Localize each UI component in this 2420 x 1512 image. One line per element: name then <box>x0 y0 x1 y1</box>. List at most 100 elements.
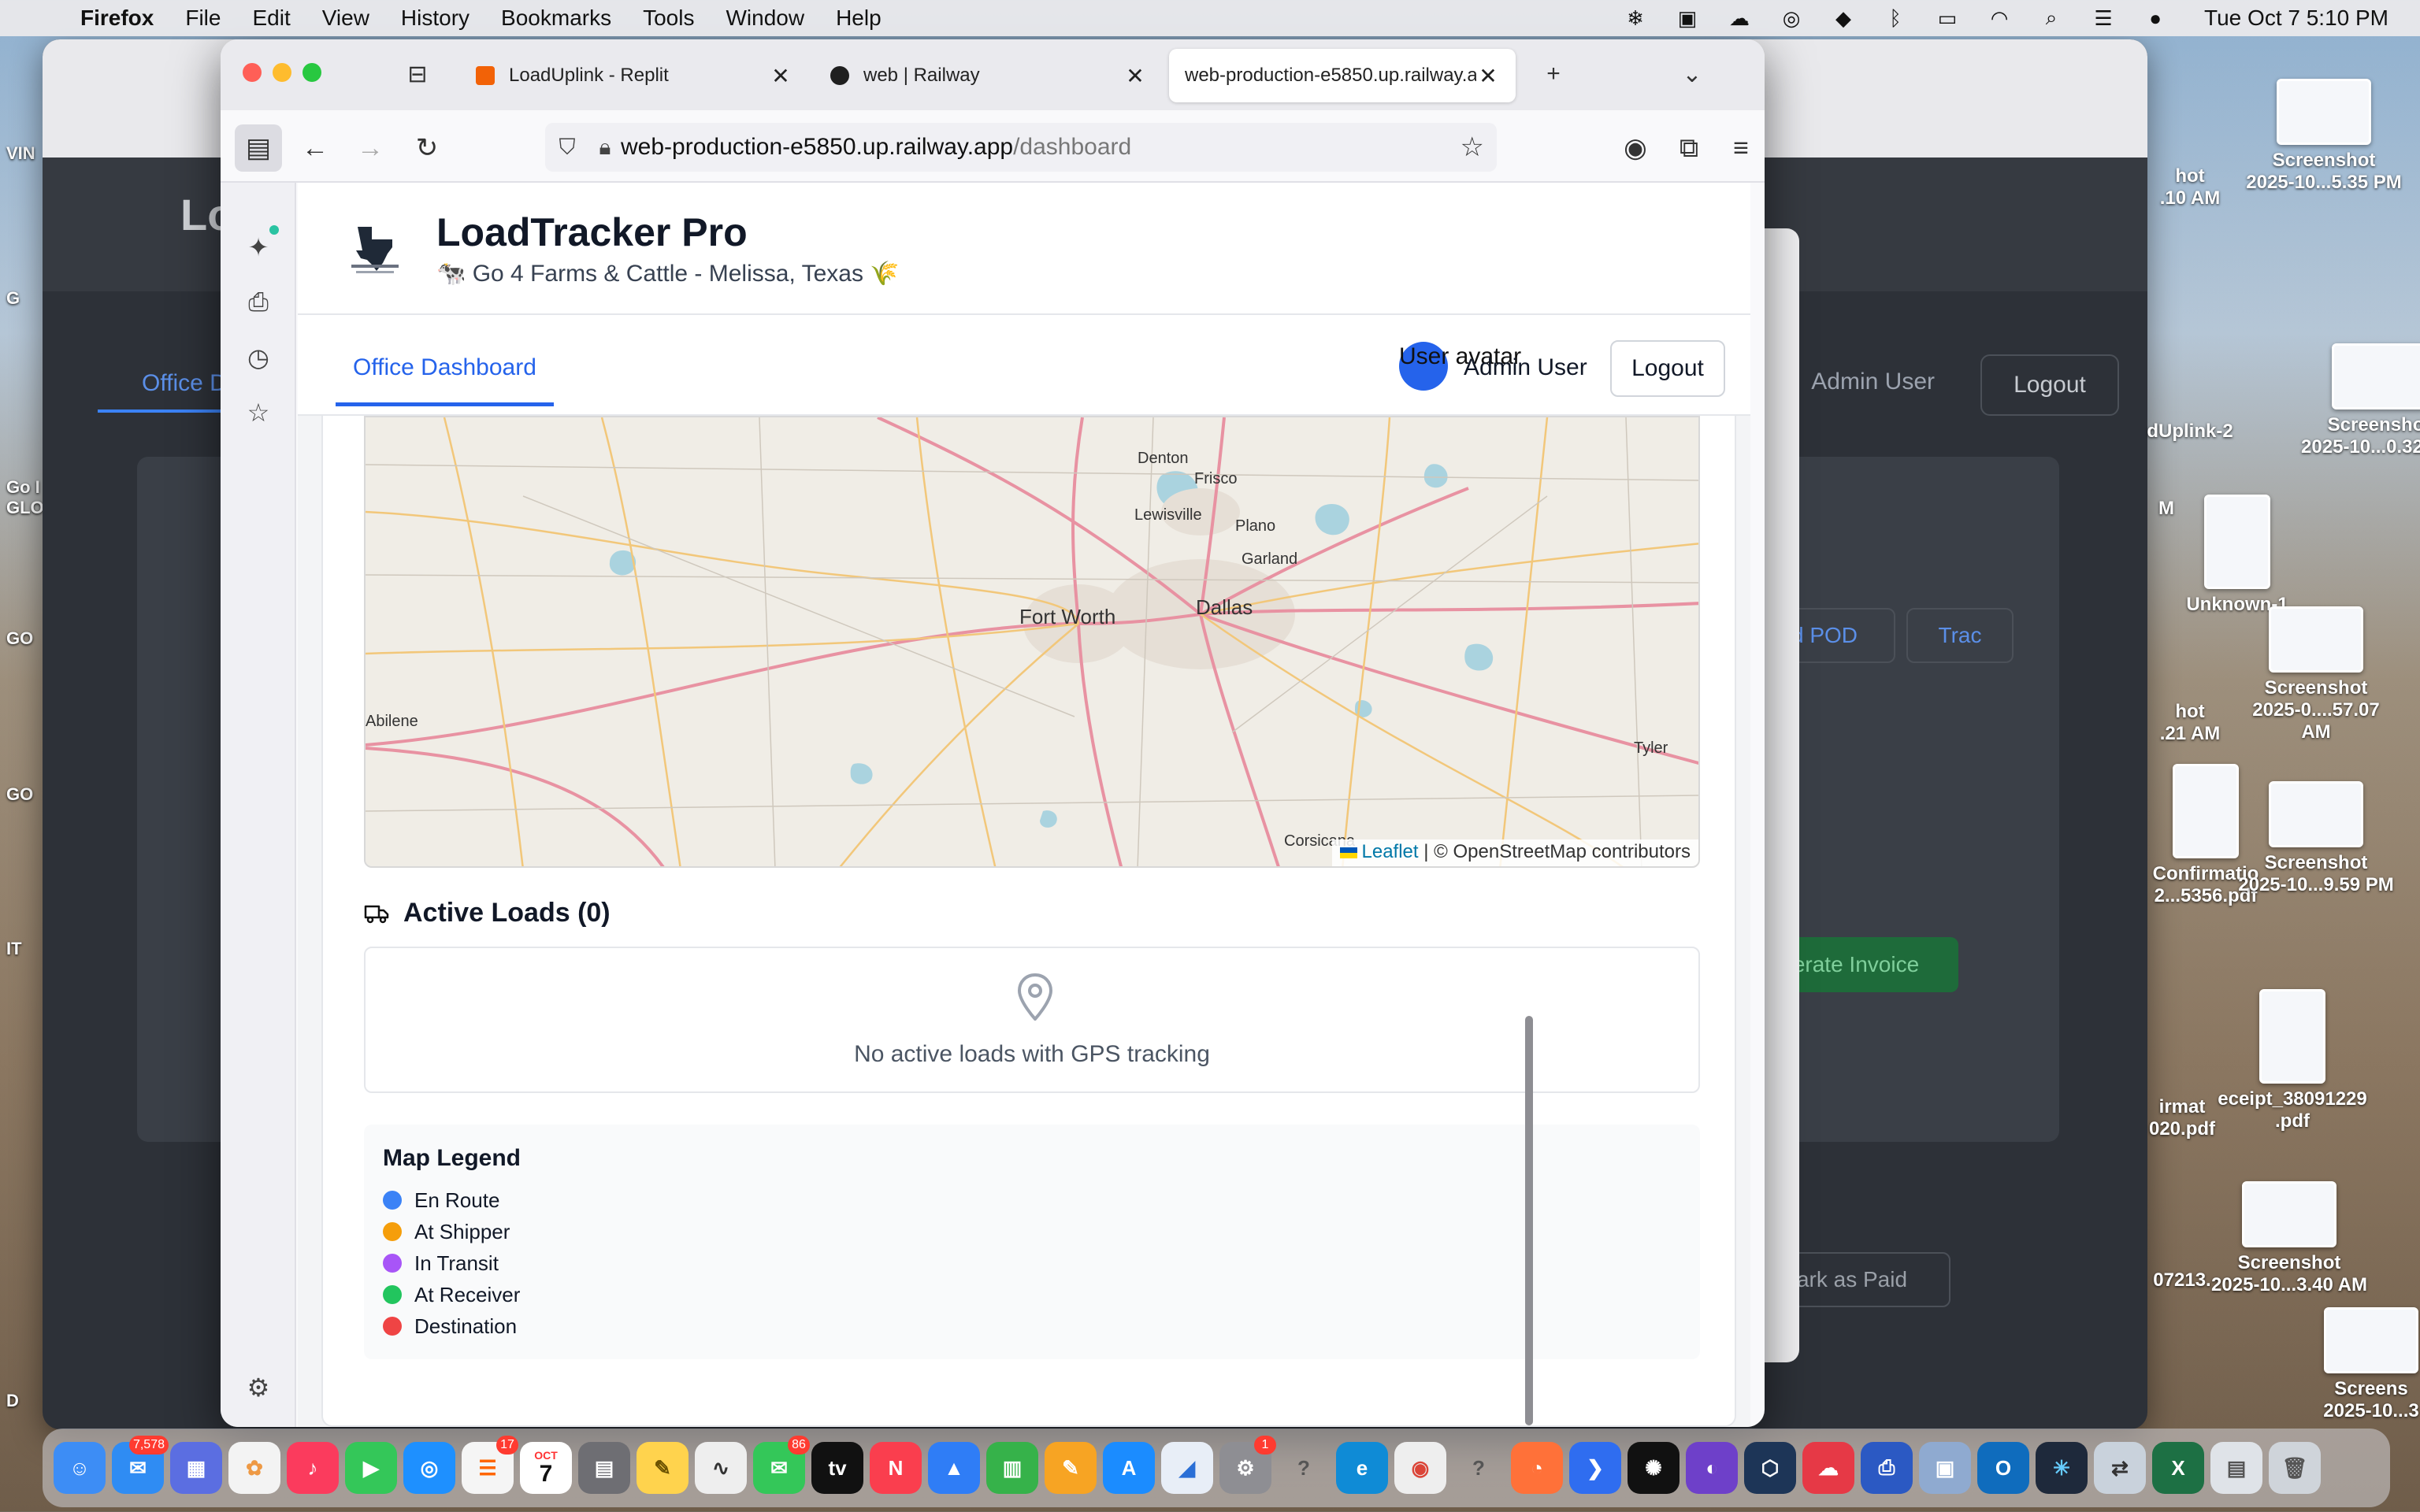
url-bar[interactable]: ⛉ 🔒︎ web-production-e5850.up.railway.app… <box>545 123 1497 172</box>
menu-bookmarks[interactable]: Bookmarks <box>501 6 611 31</box>
bookmarks-star-icon[interactable]: ☆ <box>241 395 276 430</box>
menu-help[interactable]: Help <box>836 6 882 31</box>
tab-office-dashboard[interactable]: Office Dashboard <box>336 340 554 406</box>
firefox-window[interactable]: ⊟ LoadUplink - Replit ✕ web | Railway ✕ … <box>221 39 1765 1427</box>
logout-button[interactable]: Logout <box>1610 340 1725 397</box>
messages-icon[interactable]: ✉ 86 <box>753 1436 810 1494</box>
zoom-window-button[interactable] <box>302 63 321 82</box>
downloads-stack-icon[interactable]: ▤ <box>2210 1442 2262 1494</box>
mail-icon[interactable]: ✉ 7,578 <box>112 1436 169 1494</box>
xcode-tool-icon[interactable]: ◢ <box>1161 1442 1213 1494</box>
battery-icon[interactable]: ▭ <box>1933 6 1962 30</box>
settings-gear-icon[interactable]: ⚙ <box>241 1370 276 1405</box>
music-icon[interactable]: ♪ <box>287 1442 339 1494</box>
page-scrollbar[interactable] <box>1525 1016 1533 1425</box>
preview-icon[interactable]: ▣ <box>1919 1442 1971 1494</box>
facetime-icon[interactable]: ▶ <box>345 1442 397 1494</box>
synced-tabs-icon[interactable]: ⎙ <box>241 285 276 320</box>
close-tab-icon[interactable]: ✕ <box>1123 63 1147 89</box>
status-cloud-icon[interactable]: ☁ <box>1725 6 1754 30</box>
reload-icon[interactable]: ↻ <box>403 124 451 172</box>
back-arrow-icon[interactable]: ← <box>291 124 339 172</box>
photos-icon[interactable]: ✿ <box>228 1442 280 1494</box>
desktop-file[interactable]: eceipt_38091229 .pdf <box>2214 989 2371 1132</box>
tab-railway[interactable]: web | Railway ✕ <box>815 49 1163 102</box>
account-icon[interactable]: ◉ <box>1612 124 1659 172</box>
finder-icon[interactable]: ☺ <box>54 1442 106 1494</box>
tab-replit[interactable]: LoadUplink - Replit ✕ <box>460 49 808 102</box>
chatgpt-icon[interactable]: ✺ <box>1628 1442 1680 1494</box>
minimize-window-button[interactable] <box>273 63 291 82</box>
chrome-icon[interactable]: ◉ <box>1394 1442 1446 1494</box>
firefox-icon[interactable]: ◔ <box>1511 1442 1563 1494</box>
hamburger-menu-icon[interactable]: ≡ <box>1717 124 1765 172</box>
launchpad-icon[interactable]: ▦ <box>170 1442 222 1494</box>
lock-icon[interactable]: 🔒︎ <box>589 135 621 161</box>
desktop-file[interactable]: Screenshot 2025-10...0.32 AM <box>2300 343 2420 458</box>
tab-overview-icon[interactable]: ⊟ <box>395 54 440 94</box>
code-app-icon[interactable]: ⬡ <box>1744 1442 1796 1494</box>
siri-icon[interactable]: ● <box>2141 6 2169 30</box>
menu-file[interactable]: File <box>185 6 221 31</box>
gps-map[interactable]: Denton Frisco Lewisville Plano Garland F… <box>364 416 1700 868</box>
shield-icon[interactable]: ⛉ <box>545 135 589 161</box>
close-tab-icon[interactable]: ✕ <box>1476 63 1500 89</box>
desktop-file[interactable]: Unknown-1 <box>2158 495 2316 616</box>
status-openai-icon[interactable]: ◎ <box>1777 6 1806 30</box>
menu-clock[interactable]: Tue Oct 7 5:10 PM <box>2204 6 2388 31</box>
sidebar-toggle-icon[interactable]: ▤ <box>235 124 282 172</box>
apple-tv-icon[interactable]: tv <box>811 1442 863 1494</box>
system-settings-icon[interactable]: ⚙ 1 <box>1219 1436 1276 1494</box>
history-clock-icon[interactable]: ◷ <box>241 340 276 375</box>
outlook-icon[interactable]: O <box>1977 1442 2029 1494</box>
close-tab-icon[interactable]: ✕ <box>769 63 792 89</box>
status-office-icon[interactable]: ▣ <box>1673 6 1702 30</box>
menu-app-name[interactable]: Firefox <box>80 6 154 31</box>
vscode-icon[interactable]: ❯ <box>1569 1442 1621 1494</box>
close-window-button[interactable] <box>243 63 262 82</box>
excel-icon[interactable]: X <box>2152 1442 2204 1494</box>
cloud-upload-icon[interactable]: ☁ <box>1802 1442 1854 1494</box>
leaflet-link[interactable]: Leaflet <box>1362 841 1419 862</box>
menu-tools[interactable]: Tools <box>643 6 694 31</box>
perplexity-icon[interactable]: ✳ <box>2036 1442 2088 1494</box>
unknown-app-icon[interactable]: ? <box>1453 1442 1505 1494</box>
bookmark-star-icon[interactable]: ☆ <box>1461 132 1484 163</box>
status-snowflake-icon[interactable]: ❄ <box>1621 6 1650 30</box>
tab-dashboard[interactable]: web-production-e5850.up.railway.app ✕ <box>1169 49 1516 102</box>
notes-icon[interactable]: ✎ <box>637 1442 689 1494</box>
desktop-file[interactable]: Screenshot 2025-10...9.59 PM <box>2237 781 2395 896</box>
ai-chatbot-icon[interactable]: ✦ <box>241 230 276 265</box>
menu-window[interactable]: Window <box>726 6 804 31</box>
trash-icon[interactable]: 🗑︎ <box>2269 1442 2321 1494</box>
new-tab-icon[interactable]: + <box>1531 54 1576 94</box>
safari-icon[interactable]: ◎ <box>403 1442 455 1494</box>
background-logout-button[interactable]: Logout <box>1980 354 2119 416</box>
desktop-file[interactable]: Screenshot 2025-10...3.40 AM <box>2210 1181 2368 1296</box>
desktop-file[interactable]: Screens 2025-10...3 <box>2292 1307 2420 1422</box>
calculator-icon[interactable]: ▤ <box>578 1442 630 1494</box>
menu-history[interactable]: History <box>401 6 470 31</box>
news-icon[interactable]: N <box>870 1442 922 1494</box>
calendar-icon[interactable]: OCT 7 <box>520 1442 572 1494</box>
edge-icon[interactable]: e <box>1336 1442 1388 1494</box>
keynote-icon[interactable]: ▲ <box>928 1442 980 1494</box>
desktop-file[interactable]: Screenshot 2025-10...5.35 PM <box>2245 79 2403 194</box>
avatar[interactable]: User avatar <box>1399 342 1521 391</box>
unknown-app-icon[interactable]: ? <box>1278 1442 1330 1494</box>
list-all-tabs-icon[interactable]: ⌄ <box>1670 54 1714 94</box>
menu-edit[interactable]: Edit <box>252 6 290 31</box>
github-desktop-icon[interactable]: ◐ <box>1686 1442 1738 1494</box>
status-app-icon[interactable]: ◆ <box>1829 6 1858 30</box>
forward-arrow-icon[interactable]: → <box>347 124 394 172</box>
reminders-icon[interactable]: ☰ 17 <box>462 1436 518 1494</box>
spotlight-search-icon[interactable]: ⌕ <box>2037 6 2066 30</box>
wifi-icon[interactable]: ◠ <box>1985 6 2014 30</box>
freeform-icon[interactable]: ∿ <box>695 1442 747 1494</box>
background-track-button[interactable]: Trac <box>1906 608 2014 663</box>
numbers-icon[interactable]: ▥ <box>986 1442 1038 1494</box>
pages-icon[interactable]: ✎ <box>1045 1442 1097 1494</box>
bluetooth-icon[interactable]: ᛒ <box>1881 6 1910 30</box>
migration-assistant-icon[interactable]: ⇄ <box>2094 1442 2146 1494</box>
app-store-icon[interactable]: A <box>1103 1442 1155 1494</box>
